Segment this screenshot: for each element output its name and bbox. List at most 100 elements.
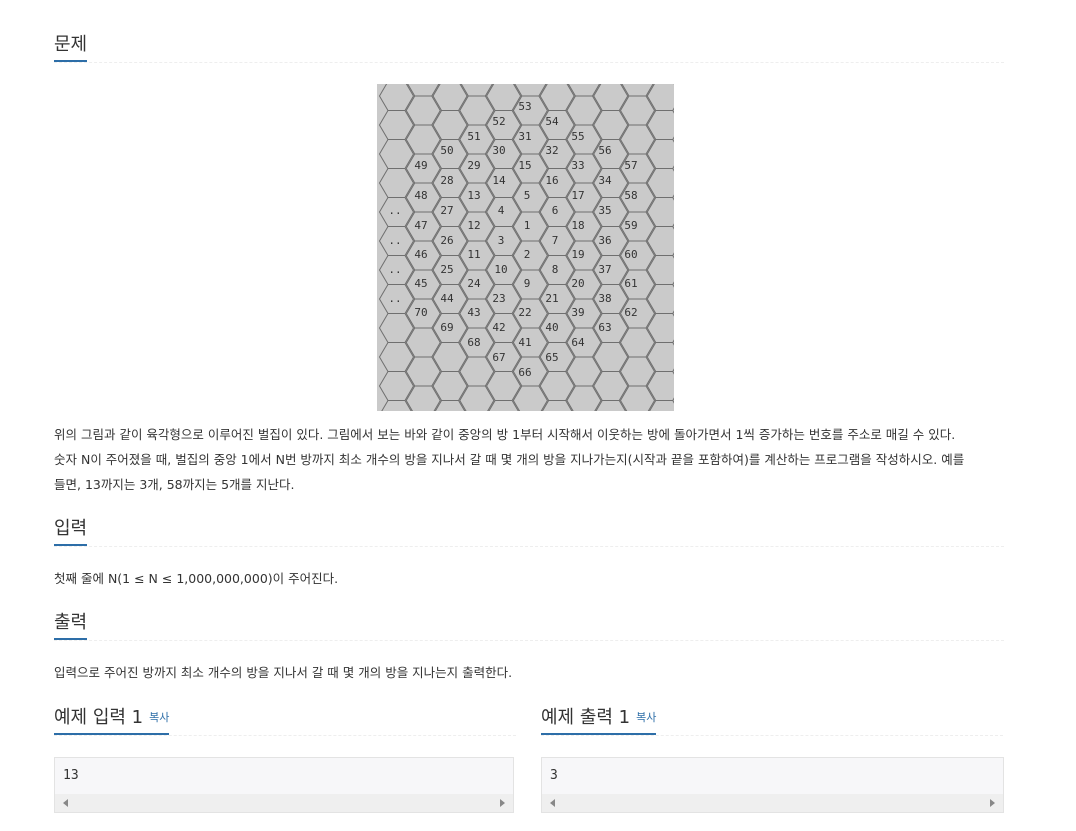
scroll-right-icon[interactable] xyxy=(500,799,505,807)
hex-room-number: 57 xyxy=(624,159,637,172)
hex-room-number: 35 xyxy=(598,204,611,217)
hex-cell xyxy=(488,400,519,411)
sample-input-title: 예제 입력 1 xyxy=(54,707,144,728)
hex-room-number: 37 xyxy=(598,263,611,276)
hex-room-number: 42 xyxy=(492,321,505,334)
honeycomb-figure: 53 52 54 51 31 55 50 30 32 56 49 29 15 33 57 28 14 16 34 48… xyxy=(377,84,674,411)
hex-cell xyxy=(646,342,674,372)
sample-input-box[interactable]: 13 xyxy=(54,757,514,813)
hex-room-number: 47 xyxy=(414,219,427,232)
hex-cell xyxy=(434,400,466,411)
hex-room-number: 7 xyxy=(552,234,559,247)
hex-room-number: 55 xyxy=(571,130,584,143)
hex-cell xyxy=(621,84,654,97)
hex-room-number: 41 xyxy=(518,336,531,349)
hex-room-number: 34 xyxy=(598,174,612,187)
hex-cell xyxy=(646,168,674,198)
hex-room-number: 53 xyxy=(518,100,531,113)
hex-room-number: 63 xyxy=(598,321,611,334)
hex-room-number: 64 xyxy=(571,336,585,349)
problem-description: 위의 그림과 같이 육각형으로 이루어진 벌집이 있다. 그림에서 보는 바와 … xyxy=(54,422,1014,497)
problem-line-1: 위의 그림과 같이 육각형으로 이루어진 벌집이 있다. 그림에서 보는 바와 … xyxy=(54,427,956,442)
hex-room-number: .. xyxy=(388,263,401,276)
problem-section-header: 문제 xyxy=(54,32,1004,63)
hex-room-number: 58 xyxy=(624,189,637,202)
hex-room-number: 3 xyxy=(498,234,505,247)
hex-room-number: 17 xyxy=(571,189,584,202)
hex-cell xyxy=(646,255,674,285)
hex-cell xyxy=(646,226,674,256)
hex-cell xyxy=(407,84,440,97)
hex-room-number: 33 xyxy=(571,159,584,172)
problem-line-3: 들면, 13까지는 3개, 58까지는 5개를 지난다. xyxy=(54,477,295,492)
sample-output-copy-button[interactable]: 복사 xyxy=(636,711,656,724)
input-title: 입력 xyxy=(54,516,88,546)
input-section-header: 입력 xyxy=(54,516,1004,547)
hex-room-number: 69 xyxy=(440,321,453,334)
hex-room-number: 21 xyxy=(545,292,558,305)
hex-room-number: 39 xyxy=(571,306,584,319)
hex-cell xyxy=(646,139,674,169)
hex-cell xyxy=(567,84,601,97)
sample-output-header: 예제 출력 1 복사 xyxy=(541,705,1003,736)
hex-room-number: 52 xyxy=(492,115,505,128)
output-section-header: 출력 xyxy=(54,610,1004,641)
hex-room-number: 56 xyxy=(598,144,611,157)
sample-output-scrollbar[interactable] xyxy=(542,794,1003,812)
sample-input-value: 13 xyxy=(63,768,79,783)
hex-room-number: 50 xyxy=(440,144,453,157)
hex-room-number: 15 xyxy=(518,159,531,172)
hex-room-number: 40 xyxy=(545,321,558,334)
output-description: 입력으로 주어진 방까지 최소 개수의 방을 지나서 갈 때 몇 개의 방을 지… xyxy=(54,665,513,680)
hex-room-number: 66 xyxy=(518,366,531,379)
hex-room-number: 46 xyxy=(414,248,427,261)
hex-room-number: 24 xyxy=(467,277,481,290)
hex-room-number: 8 xyxy=(552,263,559,276)
scroll-right-icon[interactable] xyxy=(990,799,995,807)
hex-room-number: 43 xyxy=(467,306,480,319)
hex-cell xyxy=(646,284,674,314)
hex-room-number: 49 xyxy=(414,159,427,172)
honeycomb-image: 5352 5451 31 5550 30 32 5649 29 15 33 5728 14 16 3448… xyxy=(378,84,674,411)
hex-room-number: 11 xyxy=(467,248,480,261)
hex-room-number: 5 xyxy=(524,189,531,202)
sample-output-box[interactable]: 3 xyxy=(541,757,1004,813)
sample-input-title-wrap: 예제 입력 1 복사 xyxy=(54,705,170,735)
hex-room-number: .. xyxy=(388,204,401,217)
hex-room-number: 16 xyxy=(545,174,558,187)
sample-output-value: 3 xyxy=(550,768,558,783)
output-title: 출력 xyxy=(54,610,88,640)
hex-cell xyxy=(460,84,493,97)
scroll-left-icon[interactable] xyxy=(550,799,555,807)
hex-room-number: 67 xyxy=(492,351,505,364)
hex-room-number: 22 xyxy=(518,306,531,319)
hex-room-number: 19 xyxy=(571,248,584,261)
hex-room-number: 44 xyxy=(440,292,454,305)
hex-room-number: 61 xyxy=(624,277,637,290)
hex-room-number: 6 xyxy=(552,204,559,217)
hex-room-number: 9 xyxy=(524,277,531,290)
hex-cell xyxy=(514,84,547,97)
hex-room-number: .. xyxy=(388,234,401,247)
hex-room-number: 62 xyxy=(624,306,637,319)
input-description: 첫째 줄에 N(1 ≤ N ≤ 1,000,000,000)이 주어진다. xyxy=(54,571,339,586)
hex-room-number: 31 xyxy=(518,130,531,143)
problem-title: 문제 xyxy=(54,32,88,62)
hex-cell xyxy=(646,110,674,140)
hex-room-number: 32 xyxy=(545,144,558,157)
hex-room-number: 48 xyxy=(414,189,427,202)
hex-room-number: 60 xyxy=(624,248,637,261)
sample-output-title: 예제 출력 1 xyxy=(541,707,631,728)
hex-room-number: 20 xyxy=(571,277,584,290)
hex-room-number: 65 xyxy=(545,351,558,364)
hex-cell xyxy=(595,400,626,411)
hex-room-number: 45 xyxy=(414,277,427,290)
hex-room-number: 12 xyxy=(467,219,480,232)
hex-room-number: .. xyxy=(388,292,401,305)
hex-room-number: 2 xyxy=(524,248,531,261)
sample-input-scrollbar[interactable] xyxy=(55,794,513,812)
hex-room-number: 30 xyxy=(492,144,505,157)
sample-input-copy-button[interactable]: 복사 xyxy=(149,711,169,724)
hex-cell xyxy=(646,313,674,343)
scroll-left-icon[interactable] xyxy=(63,799,68,807)
